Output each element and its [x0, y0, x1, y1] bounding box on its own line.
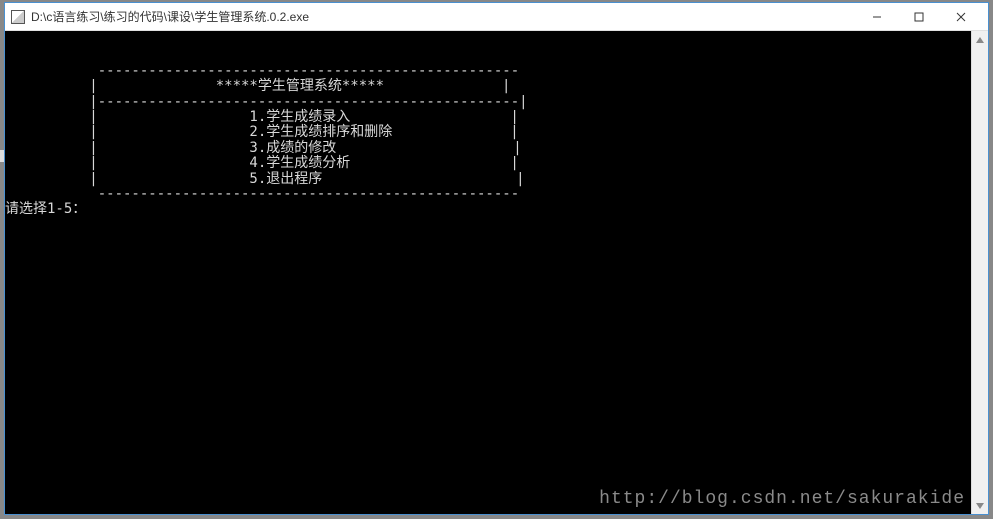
app-window: D:\c语言练习\练习的代码\课设\学生管理系统.0.2.exe -------…: [4, 2, 989, 515]
menu-item-5: | 5.退出程序 |: [5, 171, 525, 187]
menu-item-2: | 2.学生成绩排序和删除 |: [5, 124, 519, 140]
console-area: ----------------------------------------…: [5, 31, 988, 514]
title-bar[interactable]: D:\c语言练习\练习的代码\课设\学生管理系统.0.2.exe: [5, 3, 988, 31]
menu-item-1: | 1.学生成绩录入 |: [5, 109, 519, 125]
scroll-up-button[interactable]: [972, 31, 988, 48]
minimize-icon: [872, 12, 882, 22]
edge-artifact: [0, 150, 4, 162]
app-icon: [11, 10, 25, 24]
menu-item-3: | 3.成绩的修改 |: [5, 140, 522, 156]
menu-border-mid: |---------------------------------------…: [5, 94, 528, 110]
close-icon: [956, 12, 966, 22]
menu-item-4: | 4.学生成绩分析 |: [5, 155, 519, 171]
maximize-button[interactable]: [898, 4, 940, 30]
menu-box: ----------------------------------------…: [5, 48, 528, 202]
vertical-scrollbar[interactable]: [971, 31, 988, 514]
maximize-icon: [914, 12, 924, 22]
input-prompt: 请选择1-5：: [5, 201, 86, 217]
minimize-button[interactable]: [856, 4, 898, 30]
close-button[interactable]: [940, 4, 982, 30]
scroll-down-button[interactable]: [972, 497, 988, 514]
console-output[interactable]: ----------------------------------------…: [5, 31, 971, 514]
chevron-up-icon: [976, 37, 984, 43]
scroll-track[interactable]: [972, 48, 988, 497]
watermark-text: http://blog.csdn.net/sakurakide: [599, 490, 965, 510]
menu-border-bot: ----------------------------------------…: [5, 186, 519, 202]
menu-header: | *****学生管理系统***** |: [5, 78, 510, 94]
chevron-down-icon: [976, 503, 984, 509]
menu-border-top: ----------------------------------------…: [5, 63, 519, 79]
window-title: D:\c语言练习\练习的代码\课设\学生管理系统.0.2.exe: [31, 8, 856, 25]
